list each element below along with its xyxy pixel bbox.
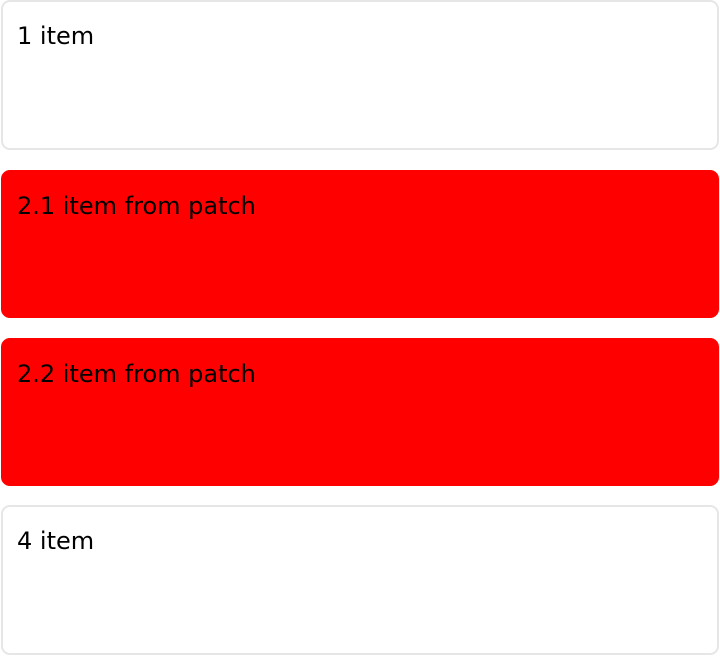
list-item: 4 item [1, 505, 719, 655]
item-list: 1 item 2.1 item from patch 2.2 item from… [0, 0, 720, 656]
list-item-label: 2.2 item from patch [17, 360, 256, 388]
list-item-patched: 2.2 item from patch [1, 338, 719, 486]
list-item-label: 1 item [17, 22, 95, 50]
list-item-patched: 2.1 item from patch [1, 170, 719, 318]
list-item-label: 2.1 item from patch [17, 192, 256, 220]
list-item-label: 4 item [17, 527, 95, 555]
list-item: 1 item [1, 0, 719, 150]
